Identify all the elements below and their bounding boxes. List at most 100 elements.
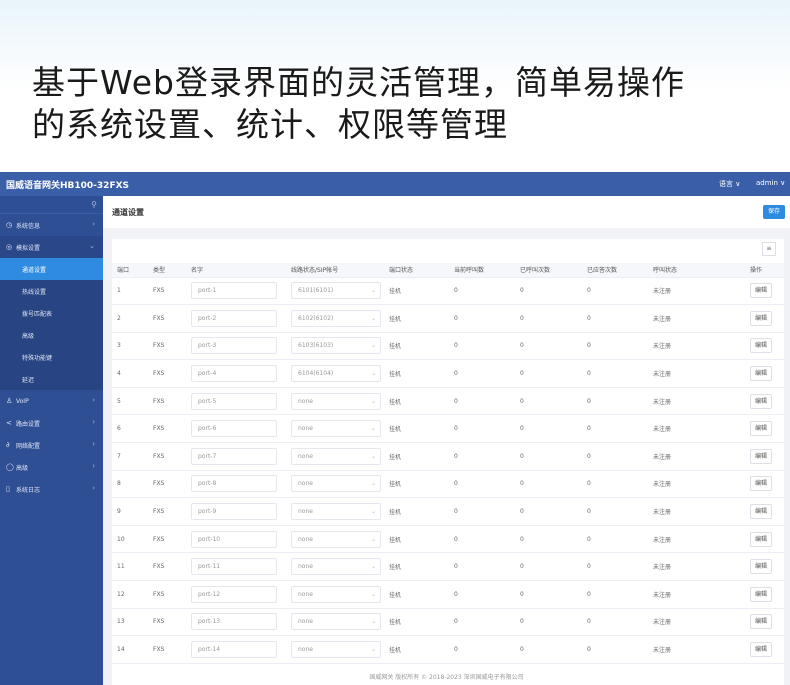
call-status-cell: 未注册 (648, 304, 745, 333)
sip-account-select[interactable]: none ⌄ (291, 503, 381, 521)
sidebar-item-system-info[interactable]: ◷ 系统信息 › (0, 214, 103, 236)
type-cell: FXS (148, 387, 186, 416)
port-name-input[interactable]: port-5 (191, 392, 277, 410)
sidebar-subitem-channel-settings[interactable]: 通道设置 (0, 258, 103, 280)
port-name-input[interactable]: port-12 (191, 585, 277, 603)
edit-button[interactable]: 编辑 (750, 559, 772, 575)
sip-account-select[interactable]: none ⌄ (291, 420, 381, 438)
called-count-cell: 0 (515, 277, 582, 306)
edit-button[interactable]: 编辑 (750, 476, 772, 492)
sidebar-item-voip[interactable]: ♙ VoIP › (0, 390, 103, 412)
sidebar-subitem-delay[interactable]: 延迟 (0, 368, 103, 390)
link-icon: ∂ (6, 441, 10, 449)
port-status-cell: 挂机 (384, 277, 449, 306)
edit-button[interactable]: 编辑 (750, 310, 772, 326)
call-status-cell: 未注册 (648, 497, 745, 526)
action-cell: 编辑 (745, 497, 784, 526)
sip-account-select[interactable]: none ⌄ (291, 392, 381, 410)
account-cell: 6102(6102) ⌄ (286, 304, 384, 333)
port-cell: 10 (112, 525, 148, 554)
edit-button[interactable]: 编辑 (750, 448, 772, 464)
port-name-input[interactable]: port-14 (191, 641, 277, 659)
sip-account-select[interactable]: none ⌄ (291, 641, 381, 659)
edit-button[interactable]: 编辑 (750, 421, 772, 437)
sidebar-subitem-advanced[interactable]: 高级 (0, 324, 103, 346)
account-cell: none ⌄ (286, 497, 384, 526)
edit-button[interactable]: 编辑 (750, 338, 772, 354)
port-name-input[interactable]: port-7 (191, 447, 277, 465)
sip-account-select[interactable]: none ⌄ (291, 613, 381, 631)
column-settings-icon[interactable]: ≡ (762, 242, 776, 256)
search-icon: ⚲ (91, 200, 97, 209)
sidebar-item-label: 模拟设置 (16, 244, 41, 252)
action-cell: 编辑 (745, 608, 784, 637)
column-header: 已呼叫次数 (515, 263, 582, 278)
brand-title: 国威语音网关HB100-32FXS (6, 181, 130, 191)
sip-account-select[interactable]: none ⌄ (291, 585, 381, 603)
table-header-row: 端口 类型 名字 线路状态/SIP帐号 端口状态 当前呼叫数 已呼叫次数 已应答… (112, 263, 784, 278)
sip-account-select[interactable]: none ⌄ (291, 558, 381, 576)
chevron-right-icon: › (92, 440, 95, 448)
save-button[interactable]: 保存 (763, 205, 785, 219)
sip-account-select[interactable]: 6101(6101) ⌄ (291, 282, 381, 300)
sip-account-select[interactable]: none ⌄ (291, 475, 381, 493)
port-status-cell: 挂机 (384, 635, 449, 664)
edit-button[interactable]: 编辑 (750, 642, 772, 658)
port-name-input[interactable]: port-2 (191, 309, 277, 327)
answered-count-cell: 0 (582, 332, 648, 361)
sip-account-select[interactable]: none ⌄ (291, 447, 381, 465)
port-name-input[interactable]: port-11 (191, 558, 277, 576)
edit-button[interactable]: 编辑 (750, 614, 772, 630)
edit-button[interactable]: 编辑 (750, 531, 772, 547)
sidebar-subitem-dial-plan[interactable]: 拨号匹配表 (0, 302, 103, 324)
sidebar-item-analog-settings[interactable]: ◎ 模拟设置 ⌄ (0, 236, 103, 258)
called-count-cell: 0 (515, 580, 582, 609)
sidebar-item-advanced[interactable]: ◯ 高级 › (0, 456, 103, 478)
port-name-input[interactable]: port-13 (191, 613, 277, 631)
edit-button[interactable]: 编辑 (750, 393, 772, 409)
edit-button[interactable]: 编辑 (750, 504, 772, 520)
sidebar-item-network[interactable]: ∂ 网络配置 › (0, 434, 103, 456)
port-name-input[interactable]: port-6 (191, 420, 277, 438)
name-cell: port-4 (186, 359, 286, 388)
chevron-down-icon: ⌄ (370, 452, 376, 460)
sidebar-subitem-hotline[interactable]: 热线设置 (0, 280, 103, 302)
edit-button[interactable]: 编辑 (750, 283, 772, 299)
type-cell: FXS (148, 304, 186, 333)
action-cell: 编辑 (745, 304, 784, 333)
sidebar-item-system-log[interactable]: ▯ 系统日志 › (0, 478, 103, 500)
answered-count-cell: 0 (582, 304, 648, 333)
current-calls-cell: 0 (449, 414, 515, 444)
action-cell: 编辑 (745, 359, 784, 388)
called-count-cell: 0 (515, 332, 582, 361)
name-cell: port-3 (186, 332, 286, 361)
select-value: none (298, 452, 313, 460)
port-name-input[interactable]: port-1 (191, 282, 277, 300)
sidebar-item-routing[interactable]: < 路由设置 › (0, 412, 103, 434)
port-name-input[interactable]: port-3 (191, 337, 277, 355)
user-icon: ♙ (6, 397, 13, 405)
port-name-input[interactable]: port-4 (191, 365, 277, 383)
account-cell: none ⌄ (286, 552, 384, 582)
language-menu[interactable]: 语言 ∨ (719, 179, 740, 189)
user-menu[interactable]: admin ∨ (756, 179, 785, 187)
sip-account-select[interactable]: 6104(6104) ⌄ (291, 365, 381, 383)
web-admin-window: 国威语音网关HB100-32FXS 语言 ∨ admin ∨ ⚲ ◷ 系统信息 … (0, 172, 790, 685)
edit-button[interactable]: 编辑 (750, 366, 772, 382)
sip-account-select[interactable]: 6102(6102) ⌄ (291, 309, 381, 327)
port-name-input[interactable]: port-9 (191, 503, 277, 521)
name-cell: port-10 (186, 525, 286, 554)
edit-button[interactable]: 编辑 (750, 586, 772, 602)
sip-account-select[interactable]: none ⌄ (291, 530, 381, 548)
table-row: 14 FXS port-14 none ⌄ 挂机 0 0 0 未注册 编辑 (112, 635, 784, 664)
port-name-input[interactable]: port-8 (191, 475, 277, 493)
sidebar-search[interactable]: ⚲ (0, 196, 103, 214)
port-name-input[interactable]: port-10 (191, 530, 277, 548)
answered-count-cell: 0 (582, 497, 648, 526)
port-cell: 14 (112, 635, 148, 664)
sip-account-select[interactable]: 6103(6103) ⌄ (291, 337, 381, 355)
sidebar-subitem-feature-keys[interactable]: 特殊功能键 (0, 346, 103, 368)
chevron-down-icon: ⌄ (370, 287, 376, 295)
account-cell: 6101(6101) ⌄ (286, 277, 384, 306)
current-calls-cell: 0 (449, 470, 515, 499)
